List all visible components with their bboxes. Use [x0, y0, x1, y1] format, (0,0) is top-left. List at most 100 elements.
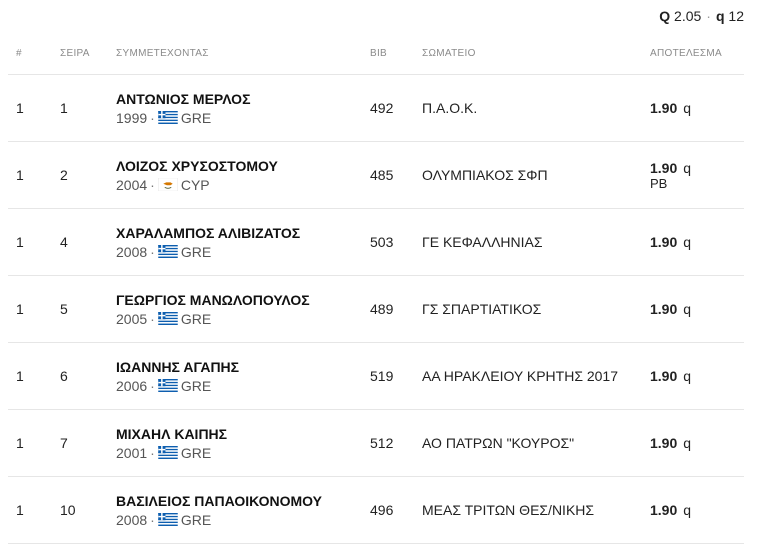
country-code: GRE [180, 444, 212, 461]
club-cell: ΟΛΥΜΠΙΑΚΟΣ ΣΦΠ [414, 141, 642, 209]
result-cell: 1.90 q [642, 342, 744, 410]
bib-cell: 512 [362, 409, 414, 477]
result-cell: 1.90 q [642, 208, 744, 276]
personal-best-badge: PB [650, 175, 668, 191]
heat-cell: 1 [8, 74, 52, 142]
athlete-meta: 2008 · GRE [116, 244, 362, 260]
qualification-indicator: q [683, 234, 692, 250]
result-mark: 1.90 [650, 435, 678, 451]
result-mark: 1.90 [650, 159, 678, 176]
qualification-standard: Q 2.05 · q 12 [659, 8, 744, 24]
country-code: GRE [180, 109, 212, 126]
qualification-indicator: q [683, 301, 692, 317]
country-code: GRE [180, 243, 212, 260]
table-row[interactable]: 1 7 ΜΙΧΑΗΛ ΚΑΙΠΗΣ 2001 · GRE 512 ΑΟ ΠΑΤΡ… [8, 409, 744, 477]
qualification-mark-letter: Q [659, 8, 671, 24]
club-cell: Π.Α.Ο.Κ. [414, 74, 642, 142]
results-table-body: 1 1 ΑΝΤΩΝΙΟΣ ΜΕΡΛΟΣ 1999 · GRE 492 Π.Α.Ο… [8, 74, 744, 544]
table-row[interactable]: 1 1 ΑΝΤΩΝΙΟΣ ΜΕΡΛΟΣ 1999 · GRE 492 Π.Α.Ο… [8, 74, 744, 142]
heat-cell: 1 [8, 141, 52, 209]
result-cell: 1.90 q [642, 74, 744, 142]
birth-year: 1999 [116, 109, 148, 126]
table-row[interactable]: 1 6 ΙΩΑΝΝΗΣ ΑΓΑΠΗΣ 2006 · GRE 519 ΑΑ ΗΡΑ… [8, 342, 744, 410]
athlete-cell: ΑΝΤΩΝΙΟΣ ΜΕΡΛΟΣ 1999 · GRE [108, 74, 362, 142]
athlete-cell: ΙΩΑΝΝΗΣ ΑΓΑΠΗΣ 2006 · GRE [108, 342, 362, 410]
cyprus-flag-icon [157, 177, 178, 192]
greece-flag-icon [158, 312, 178, 325]
meta-separator: · [150, 511, 155, 528]
heat-cell: 1 [8, 409, 52, 477]
lane-cell: 6 [52, 342, 108, 410]
athlete-cell: ΛΟΙΖΟΣ ΧΡΥΣΟΣΤΟΜΟΥ 2004 · CYP [108, 141, 362, 209]
club-cell: ΑΑ ΗΡΑΚΛΕΙΟΥ ΚΡΗΤΗΣ 2017 [414, 342, 642, 410]
result-mark: 1.90 [650, 100, 678, 116]
greece-flag-icon [158, 245, 178, 258]
qualification-place-value: 12 [728, 8, 744, 24]
athlete-name[interactable]: ΛΟΙΖΟΣ ΧΡΥΣΟΣΤΟΜΟΥ [116, 158, 362, 174]
heat-cell: 1 [8, 476, 52, 544]
athlete-name[interactable]: ΙΩΑΝΝΗΣ ΑΓΑΠΗΣ [116, 359, 362, 375]
lane-cell: 1 [52, 74, 108, 142]
result-mark: 1.90 [650, 368, 678, 384]
athlete-name[interactable]: ΓΕΩΡΓΙΟΣ ΜΑΝΩΛΟΠΟΥΛΟΣ [116, 292, 362, 308]
birth-year: 2008 [116, 511, 148, 528]
result-cell: 1.90 q [642, 476, 744, 544]
greece-flag-icon [158, 446, 178, 459]
lane-cell: 10 [52, 476, 108, 544]
athlete-name[interactable]: ΑΝΤΩΝΙΟΣ ΜΕΡΛΟΣ [116, 91, 362, 107]
birth-year: 2006 [116, 377, 148, 394]
qualification-indicator: q [683, 159, 692, 176]
athlete-name[interactable]: ΜΙΧΑΗΛ ΚΑΙΠΗΣ [116, 426, 362, 442]
athlete-meta: 2006 · GRE [116, 378, 362, 394]
column-header-lane: ΣΕΙΡΑ [52, 32, 108, 75]
club-cell: ΓΕ ΚΕΦΑΛΛΗΝΙΑΣ [414, 208, 642, 276]
bib-cell: 503 [362, 208, 414, 276]
table-row[interactable]: 1 10 ΒΑΣΙΛΕΙΟΣ ΠΑΠΑΟΙΚΟΝΟΜΟΥ 2008 · GRE … [8, 476, 744, 544]
qualification-separator: · [706, 8, 711, 24]
heat-cell: 1 [8, 208, 52, 276]
meta-separator: · [150, 310, 155, 327]
table-row[interactable]: 1 4 ΧΑΡΑΛΑΜΠΟΣ ΑΛΙΒΙΖΑΤΟΣ 2008 · GRE 503… [8, 208, 744, 276]
qualification-indicator: q [683, 502, 692, 518]
birth-year: 2008 [116, 243, 148, 260]
club-cell: ΑΟ ΠΑΤΡΩΝ "ΚΟΥΡΟΣ" [414, 409, 642, 477]
lane-cell: 4 [52, 208, 108, 276]
qualification-indicator: q [683, 435, 692, 451]
birth-year: 2005 [116, 310, 148, 327]
result-mark: 1.90 [650, 502, 678, 518]
athlete-meta: 2001 · GRE [116, 445, 362, 461]
qualification-mark-value: 2.05 [674, 8, 702, 24]
athlete-cell: ΒΑΣΙΛΕΙΟΣ ΠΑΠΑΟΙΚΟΝΟΜΟΥ 2008 · GRE [108, 476, 362, 544]
column-header-athlete: ΣΥΜΜΕΤΕΧΟΝΤΑΣ [108, 32, 362, 75]
country-code: CYP [180, 176, 210, 193]
result-cell: 1.90 q PB [642, 141, 744, 209]
athlete-name[interactable]: ΧΑΡΑΛΑΜΠΟΣ ΑΛΙΒΙΖΑΤΟΣ [116, 225, 362, 241]
country-code: GRE [180, 511, 212, 528]
athlete-cell: ΓΕΩΡΓΙΟΣ ΜΑΝΩΛΟΠΟΥΛΟΣ 2005 · GRE [108, 275, 362, 343]
country-code: GRE [180, 377, 212, 394]
athlete-cell: ΜΙΧΑΗΛ ΚΑΙΠΗΣ 2001 · GRE [108, 409, 362, 477]
bib-cell: 519 [362, 342, 414, 410]
greece-flag-icon [158, 513, 178, 526]
athlete-name[interactable]: ΒΑΣΙΛΕΙΟΣ ΠΑΠΑΟΙΚΟΝΟΜΟΥ [116, 493, 362, 509]
qualification-place-letter: q [715, 8, 725, 24]
athlete-meta: 2008 · GRE [116, 512, 362, 528]
result-mark: 1.90 [650, 301, 678, 317]
results-table: # ΣΕΙΡΑ ΣΥΜΜΕΤΕΧΟΝΤΑΣ BIB ΣΩΜΑΤΕΙΟ ΑΠΟΤΕ… [8, 32, 744, 544]
athlete-cell: ΧΑΡΑΛΑΜΠΟΣ ΑΛΙΒΙΖΑΤΟΣ 2008 · GRE [108, 208, 362, 276]
birth-year: 2004 [116, 176, 148, 193]
heat-cell: 1 [8, 275, 52, 343]
country-code: GRE [180, 310, 212, 327]
table-row[interactable]: 1 5 ΓΕΩΡΓΙΟΣ ΜΑΝΩΛΟΠΟΥΛΟΣ 2005 · GRE 489… [8, 275, 744, 343]
result-cell: 1.90 q [642, 275, 744, 343]
column-header-bib: BIB [362, 32, 414, 75]
table-row[interactable]: 1 2 ΛΟΙΖΟΣ ΧΡΥΣΟΣΤΟΜΟΥ 2004 · CYP 485 ΟΛ… [8, 141, 744, 209]
lane-cell: 5 [52, 275, 108, 343]
club-cell: ΓΣ ΣΠΑΡΤΙΑΤΙΚΟΣ [414, 275, 642, 343]
athlete-meta: 2004 · CYP [116, 177, 362, 193]
meta-separator: · [150, 444, 155, 461]
bib-cell: 489 [362, 275, 414, 343]
greece-flag-icon [158, 111, 178, 124]
column-header-heat: # [8, 32, 52, 75]
greece-flag-icon [158, 379, 178, 392]
